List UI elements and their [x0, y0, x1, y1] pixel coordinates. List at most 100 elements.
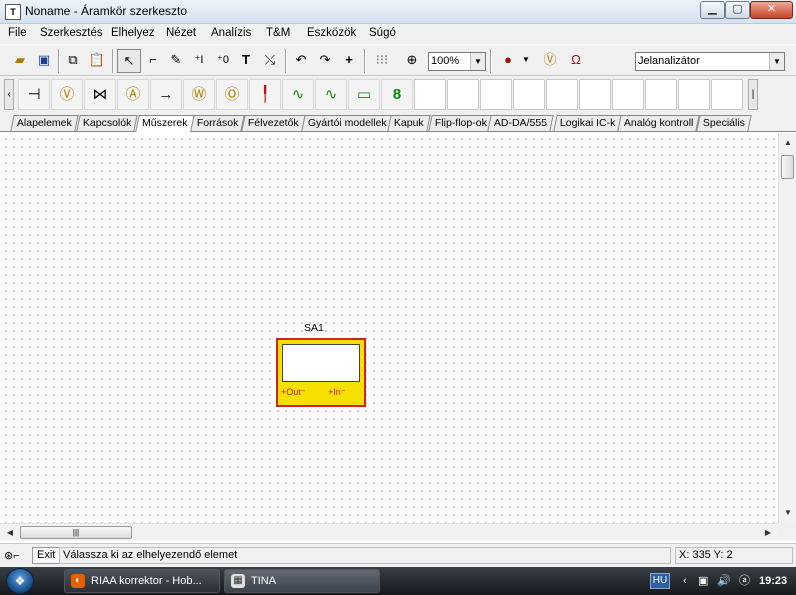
app-icon[interactable]: T — [5, 4, 21, 20]
menu-nezet[interactable]: Nézet — [166, 27, 196, 39]
grid-icon[interactable]: ⁝⁝⁝ — [370, 49, 394, 73]
wattmeter-component-icon[interactable]: Ⓦ — [183, 79, 215, 110]
maximize-button[interactable]: ▢ — [725, 1, 750, 19]
select-arrow-icon[interactable]: ↖ — [117, 49, 141, 73]
paste-icon[interactable]: 📋 — [85, 49, 109, 73]
open-icon[interactable]: ▰ — [8, 49, 32, 73]
tab-label: Félvezetők — [247, 117, 299, 129]
menu-file[interactable]: File — [8, 27, 27, 39]
voltmeter-component-icon[interactable]: Ⓥ — [51, 79, 83, 110]
zoom-select[interactable]: 100% ▼ — [428, 52, 486, 71]
menu-tm[interactable]: T&M — [266, 27, 290, 39]
start-button[interactable]: ❖ — [6, 568, 34, 594]
delete-wire-icon[interactable]: ⤯ — [258, 49, 282, 73]
tab-analog-kontroll[interactable]: Analóg kontroll — [617, 115, 701, 131]
close-button[interactable]: ✕ — [750, 1, 793, 19]
taskbar-item-firefox[interactable]: ◐ RIAA korrektor - Hob... — [64, 569, 220, 593]
menu-analizis[interactable]: Analízis — [211, 27, 251, 39]
text-icon[interactable]: T — [234, 49, 258, 73]
schematic-canvas[interactable] — [0, 133, 778, 523]
input-marker-icon[interactable]: ⁺I — [187, 49, 211, 73]
menu-sugo[interactable]: Súgó — [369, 27, 396, 39]
signal-analyzer-component-icon[interactable]: ∿ — [315, 79, 347, 110]
ohmmeter-component-icon[interactable]: Ⓞ — [216, 79, 248, 110]
antivirus-icon[interactable]: ⓐ — [739, 567, 750, 595]
menu-eszkozok[interactable]: Eszközök — [307, 27, 356, 39]
tab-logikai-ic-k[interactable]: Logikai IC-k — [553, 115, 623, 131]
dc-analysis-icon[interactable]: ● — [496, 49, 520, 73]
tab-muszerek[interactable]: Műszerek — [135, 115, 195, 132]
analyzer-select-value: Jelanalizátor — [638, 55, 700, 67]
empty-component-slot — [645, 79, 677, 110]
tab-flip-flop-ok[interactable]: Flip-flop-ok — [428, 115, 494, 131]
ammeter-component-icon[interactable]: Ⓐ — [117, 79, 149, 110]
in-port[interactable]: +In⁻ — [328, 387, 346, 398]
chevron-down-icon[interactable]: ▼ — [520, 49, 532, 73]
taskbar-item-tina[interactable]: ▦ TINA — [224, 569, 380, 593]
resistor-probe-icon[interactable]: Ω — [564, 49, 588, 73]
tab-kapcsolok[interactable]: Kapcsolók — [76, 115, 139, 131]
display-component-icon[interactable]: 8 — [381, 79, 413, 110]
tab-ad-da-555[interactable]: AD-DA/555 — [487, 115, 554, 131]
analyzer-select[interactable]: Jelanalizátor ▼ — [635, 52, 785, 71]
copy-icon[interactable]: ⧉ — [61, 49, 85, 73]
tab-alapelemek[interactable]: Alapelemek — [10, 115, 79, 131]
tab-gyartoi-modellek[interactable]: Gyártói modellek — [301, 115, 394, 131]
scroll-up-icon[interactable]: ▲ — [780, 135, 796, 151]
language-indicator[interactable]: HU — [650, 573, 670, 589]
minimize-button[interactable]: ▁ — [700, 1, 725, 19]
oscilloscope-component-icon[interactable]: ∿ — [282, 79, 314, 110]
volume-icon[interactable]: 🔊 — [717, 567, 731, 595]
out-port[interactable]: +Out⁻ — [281, 387, 306, 398]
tab-label: Logikai IC-k — [559, 117, 616, 129]
chevron-down-icon[interactable]: ▼ — [769, 53, 784, 70]
tab-label: Flip-flop-ok — [434, 117, 487, 129]
pin-component-icon[interactable]: ╿ — [249, 79, 281, 110]
tab-label: Gyártói modellek — [307, 117, 387, 129]
horizontal-scrollbar[interactable]: ◀ ||| ▶ — [0, 523, 778, 541]
crosshair-icon[interactable]: + — [337, 49, 361, 73]
meter-icon[interactable]: Ⓥ — [538, 49, 562, 73]
tab-label: Speciális — [702, 117, 745, 129]
empty-component-slot — [480, 79, 512, 110]
chevron-left-icon[interactable]: ‹ — [4, 79, 14, 110]
save-icon[interactable]: ▣ — [32, 49, 56, 73]
clock[interactable]: 19:23 — [759, 567, 787, 595]
horizontal-scroll-thumb[interactable]: ||| — [20, 526, 132, 539]
probe-component-icon[interactable]: ⋈ — [84, 79, 116, 110]
tab-felvezetok[interactable]: Félvezetők — [241, 115, 306, 131]
show-hidden-icons-icon[interactable]: ‹ — [683, 567, 687, 595]
pen-icon[interactable]: ✎ — [164, 49, 188, 73]
scroll-right-icon[interactable]: ▶ — [760, 525, 776, 541]
status-message: Válassza ki az elhelyezendő elemet — [59, 547, 671, 564]
tab-specialis[interactable]: Speciális — [696, 115, 752, 131]
switch-component-icon[interactable]: ⊣ — [18, 79, 50, 110]
scroll-left-icon[interactable]: ◀ — [2, 525, 18, 541]
network-icon[interactable]: ▣ — [698, 567, 708, 595]
vertical-scroll-thumb[interactable] — [781, 155, 794, 179]
tab-label: AD-DA/555 — [493, 117, 548, 129]
redo-icon[interactable]: ↷ — [313, 49, 337, 73]
menu-elhelyez[interactable]: Elhelyez — [111, 27, 154, 39]
menu-bar: File Szerkesztés Elhelyez Nézet Analízis… — [0, 24, 796, 44]
tab-forrasok[interactable]: Források — [190, 115, 246, 131]
output-marker-icon[interactable]: ⁺0 — [211, 49, 235, 73]
menu-szerkesztes[interactable]: Szerkesztés — [40, 27, 103, 39]
signal-analyzer-component[interactable]: +Out⁻ +In⁻ — [276, 338, 366, 407]
tab-kapuk[interactable]: Kapuk — [387, 115, 431, 131]
scroll-down-icon[interactable]: ▼ — [780, 505, 796, 521]
counter-component-icon[interactable]: ▭ — [348, 79, 380, 110]
toolbar-scroll-handle[interactable]: | — [748, 79, 758, 110]
zoom-icon[interactable]: ⊕ — [400, 49, 424, 73]
tab-label: Alapelemek — [16, 117, 72, 129]
tab-label: Források — [196, 117, 239, 129]
empty-component-slot — [447, 79, 479, 110]
vertical-scrollbar[interactable]: ▲ ▼ — [778, 133, 796, 523]
close-icon: ✕ — [766, 3, 777, 15]
wire-icon[interactable]: ⌐ — [141, 49, 165, 73]
exit-button[interactable]: Exit — [32, 547, 61, 564]
wire-component-icon[interactable]: → — [150, 79, 182, 110]
undo-icon[interactable]: ↶ — [289, 49, 313, 73]
chevron-down-icon[interactable]: ▼ — [470, 53, 485, 70]
analyzer-screen — [282, 344, 360, 382]
